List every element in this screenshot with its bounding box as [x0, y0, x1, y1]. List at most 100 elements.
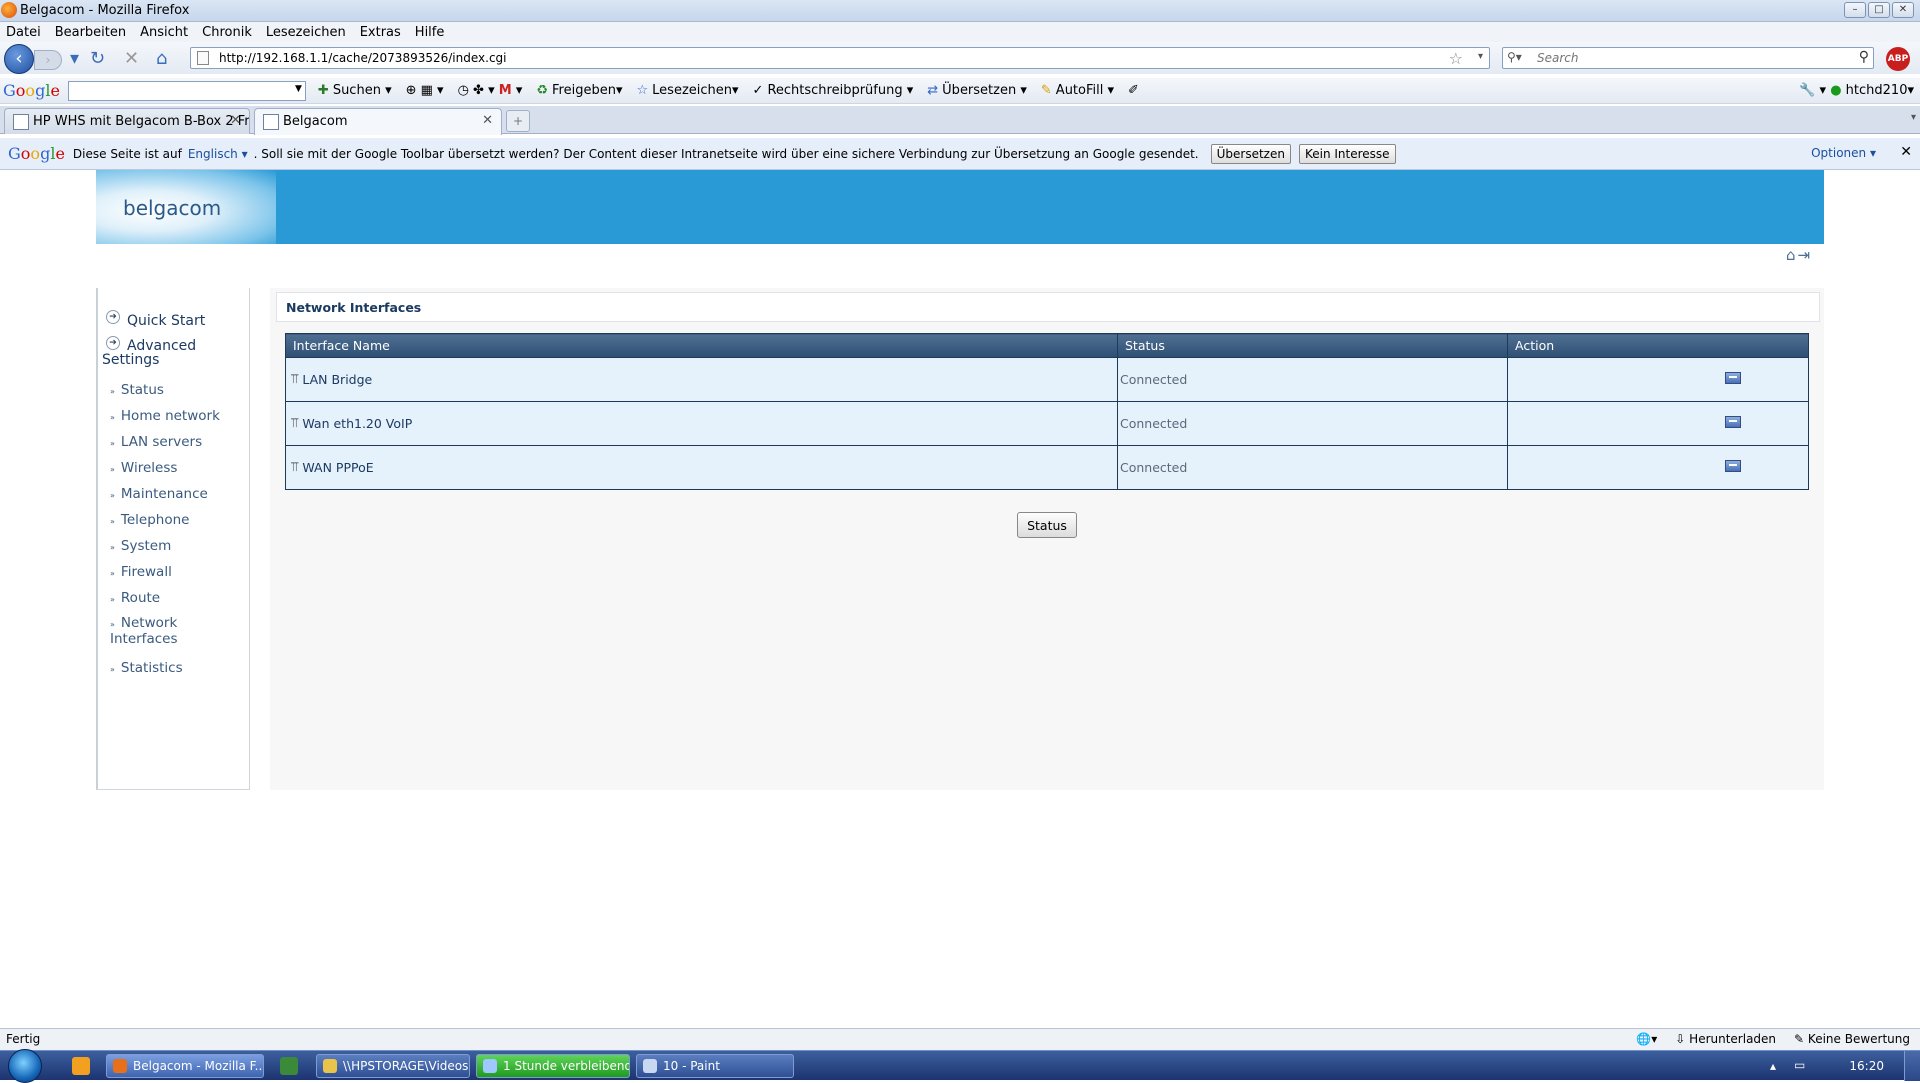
download-button[interactable]: ⇩ Herunterladen — [1675, 1032, 1776, 1046]
adblock-plus-icon[interactable]: ABP — [1886, 47, 1910, 71]
sidebar-item-home-network[interactable]: » Home network — [110, 408, 220, 424]
interface-status-cell: Connected — [1117, 357, 1508, 402]
sidebar-item-advanced-settings[interactable]: ➔ Advanced Settings — [102, 336, 222, 367]
search-bar[interactable]: ⚲▾ ⚲ — [1502, 47, 1874, 69]
column-header-interface-name: Interface Name — [285, 333, 1118, 358]
menu-lesezeichen[interactable]: Lesezeichen — [266, 25, 346, 40]
sidebar-item-system[interactable]: » System — [110, 538, 171, 554]
show-desktop-button[interactable] — [1904, 1051, 1920, 1081]
bookmarks-button[interactable]: ☆ Lesezeichen▾ — [637, 83, 739, 98]
sidebar-item-wireless[interactable]: » Wireless — [110, 460, 177, 476]
app-icon[interactable] — [280, 1057, 298, 1075]
system-tray: ▴ ▭ 16:20 — [1770, 1051, 1920, 1081]
rating-button[interactable]: ✎ Keine Bewertung — [1794, 1032, 1910, 1046]
language-dropdown[interactable]: Englisch ▾ — [188, 147, 248, 161]
new-tab-button[interactable]: + — [506, 110, 530, 132]
sidebar-item-route[interactable]: » Route — [110, 590, 160, 606]
spellcheck-button[interactable]: ✓ Rechtschreibprüfung ▾ — [753, 83, 914, 98]
sidebar-item-firewall[interactable]: » Firewall — [110, 564, 172, 580]
home-icon[interactable]: ⌂ — [156, 48, 167, 69]
windows-taskbar: Belgacom - Mozilla F... \\HPSTORAGE\Vide… — [0, 1049, 1920, 1083]
network-icon[interactable]: ▭ — [1794, 1058, 1805, 1072]
translate-close-icon[interactable]: ✕ — [1900, 144, 1912, 160]
wrench-icon[interactable]: 🔧 — [1799, 83, 1815, 98]
edit-icon[interactable] — [1725, 416, 1741, 428]
interface-name-cell: ⫪ WAN PPPoE — [285, 445, 1118, 490]
no-interest-button[interactable]: Kein Interesse — [1298, 143, 1396, 164]
reload-icon[interactable]: ↻ — [90, 48, 105, 69]
stop-icon[interactable]: ✕ — [124, 48, 139, 69]
menu-ansicht[interactable]: Ansicht — [140, 25, 188, 40]
edit-icon[interactable] — [1725, 372, 1741, 384]
media-player-icon[interactable] — [72, 1057, 90, 1075]
maximize-button[interactable]: □ — [1868, 2, 1890, 18]
history-dropdown-icon[interactable]: ▾ — [70, 48, 79, 69]
translate-prefix: Diese Seite ist auf — [72, 146, 182, 161]
autofill-button[interactable]: ✎ AutoFill ▾ — [1041, 83, 1114, 98]
taskbar-item-copy-progress[interactable]: 1 Stunde verbleibend — [476, 1054, 630, 1078]
search-input[interactable] — [1537, 50, 1837, 66]
menu-chronik[interactable]: Chronik — [202, 25, 252, 40]
translate-page-button[interactable]: Übersetzen — [1210, 143, 1291, 164]
sidebar-item-maintenance[interactable]: » Maintenance — [110, 486, 208, 502]
google-logo: Google — [3, 81, 60, 100]
menu-bearbeiten[interactable]: Bearbeiten — [55, 25, 126, 40]
column-header-status: Status — [1117, 333, 1508, 358]
tab-list-icon[interactable]: ▾ — [1911, 112, 1916, 123]
window-controls: – □ ✕ — [1844, 2, 1914, 18]
tab-close-icon[interactable]: ✕ — [230, 113, 241, 128]
firefox-icon — [1, 2, 17, 18]
menu-datei[interactable]: Datei — [6, 25, 41, 40]
menu-extras[interactable]: Extras — [360, 25, 401, 40]
close-button[interactable]: ✕ — [1892, 2, 1914, 18]
tab-close-icon[interactable]: ✕ — [482, 113, 493, 128]
taskbar-item-firefox[interactable]: Belgacom - Mozilla F... — [106, 1054, 264, 1078]
sidebar-item-status[interactable]: » Status — [110, 382, 164, 398]
menu-hilfe[interactable]: Hilfe — [415, 25, 445, 40]
translate-options[interactable]: Optionen ▾ — [1811, 146, 1876, 160]
status-button[interactable]: Status — [1017, 512, 1077, 538]
google-search-input[interactable]: ▼ — [67, 80, 306, 101]
google-account[interactable]: 🔧 ▾ ● htchd210▾ — [1799, 83, 1914, 98]
sidebar-item-statistics[interactable]: » Statistics — [110, 660, 183, 676]
toolbar-tools-icon[interactable]: ⊕ ▦ ▾ — [406, 83, 444, 98]
taskbar-item-explorer[interactable]: \\HPSTORAGE\Videos — [316, 1054, 470, 1078]
tab-hp-whs[interactable]: HP WHS mit Belgacom B-Box 2 Fra... ✕ — [4, 108, 250, 134]
google-search-button[interactable]: ✚ Suchen ▾ — [318, 83, 392, 98]
sidebar-item-telephone[interactable]: » Telephone — [110, 512, 189, 528]
pencil-icon[interactable]: ✐ — [1128, 83, 1139, 98]
sidebar-item-lan-servers[interactable]: » LAN servers — [110, 434, 202, 450]
translate-button[interactable]: ⇄ Übersetzen ▾ — [927, 83, 1027, 98]
bookmark-star-icon[interactable]: ☆ — [1449, 49, 1463, 68]
folder-icon — [323, 1059, 337, 1073]
paint-icon — [643, 1059, 657, 1073]
tab-belgacom[interactable]: Belgacom ✕ — [254, 108, 502, 135]
table-row: ⫪ WAN PPPoE Connected — [285, 445, 1809, 490]
search-engine-icon[interactable]: ⚲▾ — [1507, 50, 1522, 64]
sidebar-item-quick-start[interactable]: ➔ Quick Start — [106, 310, 205, 329]
edit-icon[interactable] — [1725, 460, 1741, 472]
search-icon[interactable]: ⚲ — [1859, 49, 1869, 65]
forward-button[interactable]: › — [34, 50, 62, 70]
belgacom-logo[interactable]: belgacom — [96, 170, 276, 244]
url-text[interactable]: http://192.168.1.1/cache/2073893526/inde… — [219, 51, 507, 65]
url-dropdown-icon[interactable]: ▾ — [1478, 51, 1483, 62]
minimize-button[interactable]: – — [1844, 2, 1866, 18]
tray-expand-icon[interactable]: ▴ — [1770, 1059, 1776, 1073]
header-icons: ⌂ ⇥ — [1786, 246, 1810, 264]
clock[interactable]: 16:20 — [1849, 1059, 1884, 1073]
home-icon[interactable]: ⌂ — [1786, 246, 1796, 264]
share-button[interactable]: ♻ Freigeben▾ — [536, 83, 622, 98]
globe-icon[interactable]: 🌐▾ — [1636, 1032, 1657, 1046]
interface-action-cell — [1507, 357, 1809, 402]
taskbar-item-paint[interactable]: 10 - Paint — [636, 1054, 794, 1078]
url-bar[interactable]: http://192.168.1.1/cache/2073893526/inde… — [190, 47, 1490, 69]
sidebar-item-network-interfaces[interactable]: » Network Interfaces — [110, 616, 220, 646]
arrow-circle-icon: ➔ — [106, 336, 120, 350]
column-header-action: Action — [1507, 333, 1809, 358]
start-button[interactable] — [8, 1049, 42, 1083]
interface-action-cell — [1507, 445, 1809, 490]
back-button[interactable]: ‹ — [4, 44, 34, 74]
toolbar-misc-icons[interactable]: ◷ ✤ ▾ M ▾ — [458, 83, 523, 98]
logout-icon[interactable]: ⇥ — [1798, 246, 1811, 264]
